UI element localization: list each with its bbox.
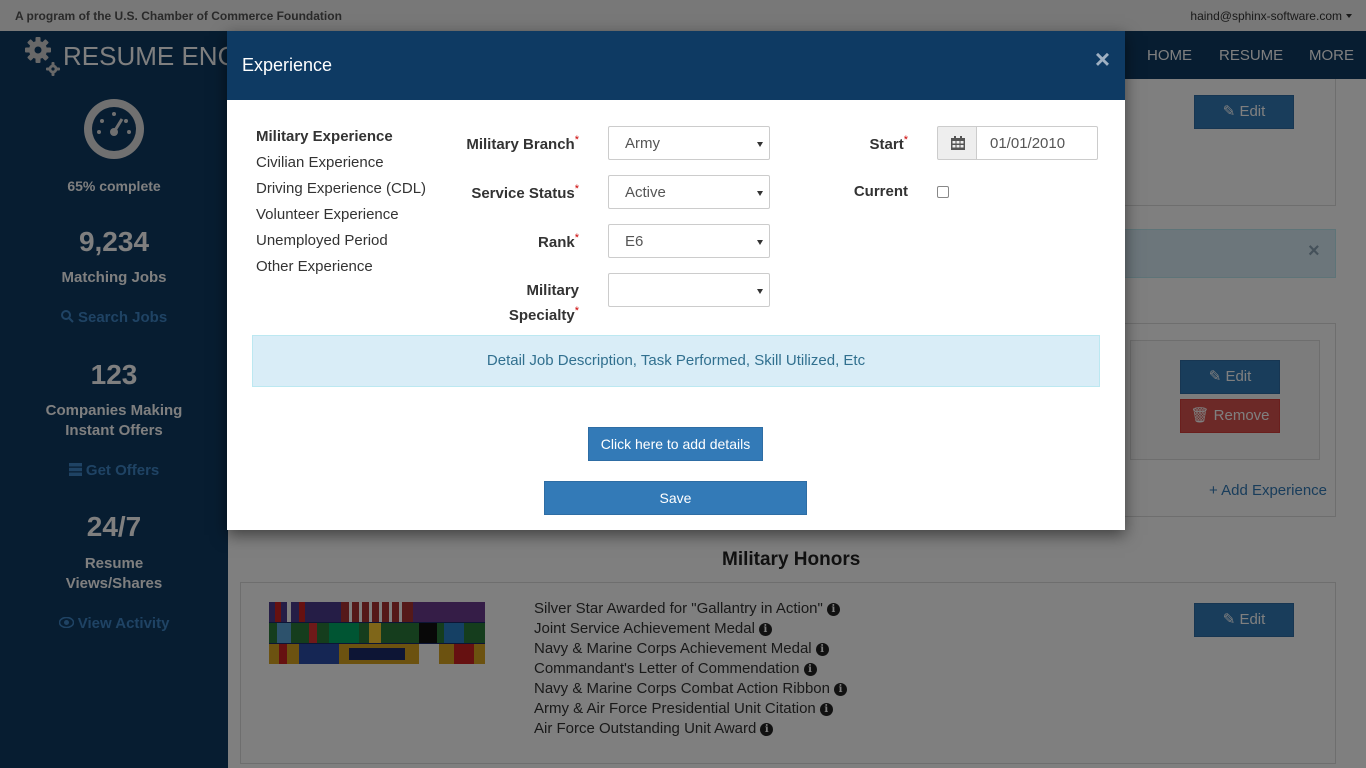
- military-branch-label: Military Branch*: [466, 134, 579, 153]
- modal-header: Experience ×: [227, 31, 1125, 100]
- save-button[interactable]: Save: [544, 481, 807, 515]
- required-mark: *: [574, 134, 579, 146]
- menu-civilian-experience[interactable]: Civilian Experience: [256, 154, 384, 171]
- menu-unemployed-period[interactable]: Unemployed Period: [256, 232, 388, 249]
- modal-title: Experience: [242, 55, 333, 75]
- menu-military-experience[interactable]: Military Experience: [256, 128, 393, 145]
- service-status-label: Service Status*: [471, 183, 579, 202]
- required-mark: *: [574, 305, 579, 317]
- calendar-button[interactable]: [937, 126, 977, 160]
- required-mark: *: [574, 232, 579, 244]
- rank-select[interactable]: E6: [608, 224, 770, 258]
- calendar-icon: [951, 136, 965, 155]
- menu-other-experience[interactable]: Other Experience: [256, 258, 373, 275]
- add-details-button[interactable]: Click here to add details: [588, 427, 763, 461]
- experience-modal: Experience × Military Experience Civilia…: [227, 31, 1125, 530]
- job-description-hint[interactable]: Detail Job Description, Task Performed, …: [252, 335, 1100, 387]
- close-icon[interactable]: ×: [1095, 44, 1110, 75]
- military-specialty-label: Military Specialty*: [508, 282, 579, 324]
- start-date-input[interactable]: [976, 126, 1098, 160]
- menu-volunteer-experience[interactable]: Volunteer Experience: [256, 206, 399, 223]
- rank-label: Rank*: [538, 232, 579, 251]
- required-mark: *: [903, 134, 908, 146]
- menu-driving-experience[interactable]: Driving Experience (CDL): [256, 180, 426, 197]
- military-branch-select[interactable]: Army: [608, 126, 770, 160]
- current-checkbox[interactable]: [937, 186, 949, 198]
- current-label: Current: [853, 183, 908, 200]
- required-mark: *: [574, 183, 579, 195]
- start-label: Start*: [869, 134, 908, 153]
- military-specialty-select[interactable]: [608, 273, 770, 307]
- service-status-select[interactable]: Active: [608, 175, 770, 209]
